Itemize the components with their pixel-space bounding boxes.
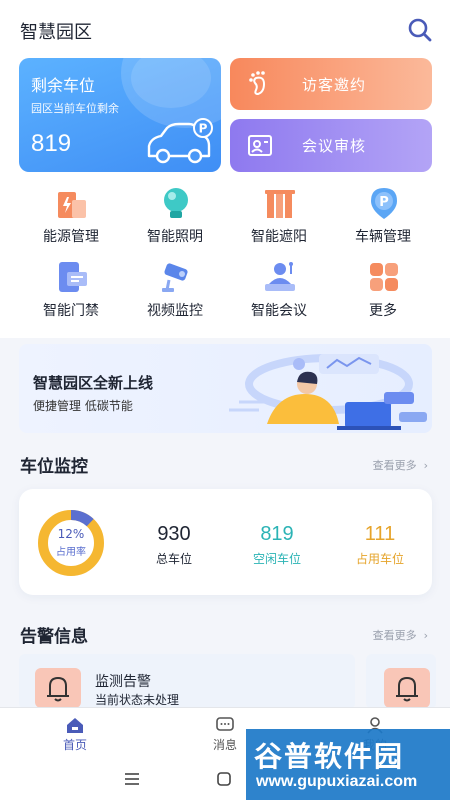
parking-card-subtitle: 园区当前车位剩余 <box>31 102 119 115</box>
home-square-icon[interactable] <box>214 769 234 789</box>
tab-home[interactable]: 首页 <box>0 708 150 758</box>
alarm-icon-box <box>384 668 430 708</box>
stat-total: 930 总车位 <box>129 523 219 567</box>
search-icon <box>408 18 432 42</box>
chevron-right-icon: › <box>420 629 428 642</box>
app-header: 智慧园区 <box>0 0 450 58</box>
parking-stats-card: 12% 占用率 930 总车位 819 空闲车位 111 占用车位 <box>19 489 432 595</box>
home-icon <box>67 718 83 733</box>
chevron-right-icon: › <box>420 459 428 472</box>
func-access-control[interactable]: 智能门禁 <box>19 260 123 320</box>
banner-title: 智慧园区全新上线 <box>33 374 154 392</box>
stat-free-label: 空闲车位 <box>252 552 301 566</box>
grid-more-icon <box>370 263 398 291</box>
page-title: 智慧园区 <box>20 22 92 43</box>
stat-occupied: 111 占用车位 <box>335 523 425 567</box>
alarm-title: 监测告警 <box>95 674 151 690</box>
stat-free-value: 819 <box>260 523 294 545</box>
footprint-icon <box>249 71 266 96</box>
more-link-label: 查看更多 <box>372 459 417 472</box>
bell-icon <box>47 676 69 702</box>
func-label: 视频监控 <box>147 303 203 319</box>
watermark-title: 谷普软件园 <box>254 740 405 773</box>
remaining-parking-card[interactable]: 剩余车位 园区当前车位剩余 819 P <box>19 58 221 172</box>
alarm-status: 当前状态未处理 <box>95 693 180 707</box>
func-label: 智能照明 <box>147 229 203 245</box>
occupancy-label: 占用率 <box>56 547 86 558</box>
parking-monitor-more-link[interactable]: 查看更多 › <box>373 457 428 473</box>
more-link-label: 查看更多 <box>372 629 417 642</box>
occupancy-percent: 12% <box>57 527 85 541</box>
func-label: 车辆管理 <box>355 229 411 245</box>
tab-home-label: 首页 <box>62 738 87 752</box>
visitor-invite-card[interactable]: 访客邀约 <box>230 58 432 110</box>
parking-pin-icon: P <box>371 188 397 219</box>
func-label: 智能遮阳 <box>251 229 307 245</box>
watermark-overlay: 谷普软件园 www.gupuxiazai.com <box>246 729 450 800</box>
blinds-icon <box>265 190 295 218</box>
alarm-card[interactable]: 监测告警 当前状态未处理 <box>19 654 355 709</box>
parking-monitor-title: 车位监控 <box>20 457 88 477</box>
watermark-url: www.gupuxiazai.com <box>256 773 418 790</box>
func-label: 更多 <box>369 303 397 319</box>
remaining-parking-count: 819 <box>31 130 72 157</box>
alarm-card[interactable] <box>366 654 436 709</box>
bulb-icon <box>164 188 188 218</box>
menu-lines-icon[interactable] <box>122 769 142 789</box>
func-more[interactable]: 更多 <box>331 260 435 320</box>
access-card-icon <box>59 262 87 292</box>
stat-total-value: 930 <box>157 523 191 545</box>
func-label: 智能门禁 <box>43 303 99 319</box>
stat-free: 819 空闲车位 <box>232 523 322 567</box>
func-energy-management[interactable]: 能源管理 <box>19 186 123 246</box>
meeting-review-label: 会议审核 <box>302 137 367 155</box>
energy-building-icon <box>58 192 86 218</box>
stat-total-label: 总车位 <box>155 552 192 566</box>
alarm-section-title: 告警信息 <box>20 627 88 647</box>
banner-illustration <box>229 354 427 430</box>
func-vehicle-management[interactable]: P 车辆管理 <box>331 186 435 246</box>
camera-icon <box>162 263 188 292</box>
meeting-badge-icon <box>248 135 272 156</box>
bell-icon <box>396 676 418 702</box>
conference-icon <box>265 262 295 291</box>
alarm-icon-box <box>35 668 81 708</box>
alarm-more-link[interactable]: 查看更多 › <box>373 627 428 643</box>
stat-occupied-value: 111 <box>364 523 396 545</box>
func-label: 能源管理 <box>43 229 99 245</box>
visitor-invite-label: 访客邀约 <box>302 76 367 94</box>
promo-banner[interactable]: 智慧园区全新上线 便捷管理 低碳节能 <box>19 344 432 433</box>
message-icon <box>216 717 234 731</box>
parking-card-title: 剩余车位 <box>31 76 96 95</box>
func-smart-conference[interactable]: 智能会议 <box>227 260 331 320</box>
car-parking-icon: P <box>147 118 213 164</box>
stat-occupied-label: 占用车位 <box>355 552 404 566</box>
svg-text:P: P <box>199 122 208 136</box>
banner-subtitle: 便捷管理 低碳节能 <box>33 399 133 413</box>
func-smart-shading[interactable]: 智能遮阳 <box>227 186 331 246</box>
func-label: 智能会议 <box>251 303 307 319</box>
func-video-surveillance[interactable]: 视频监控 <box>123 260 227 320</box>
function-grid: 能源管理 智能照明 智能遮阳 P 车辆管理 智能门禁 视频监控 智能会议 更多 <box>0 186 450 326</box>
func-smart-lighting[interactable]: 智能照明 <box>123 186 227 246</box>
svg-text:P: P <box>379 195 389 210</box>
meeting-review-card[interactable]: 会议审核 <box>230 119 432 172</box>
search-button[interactable] <box>406 16 434 44</box>
